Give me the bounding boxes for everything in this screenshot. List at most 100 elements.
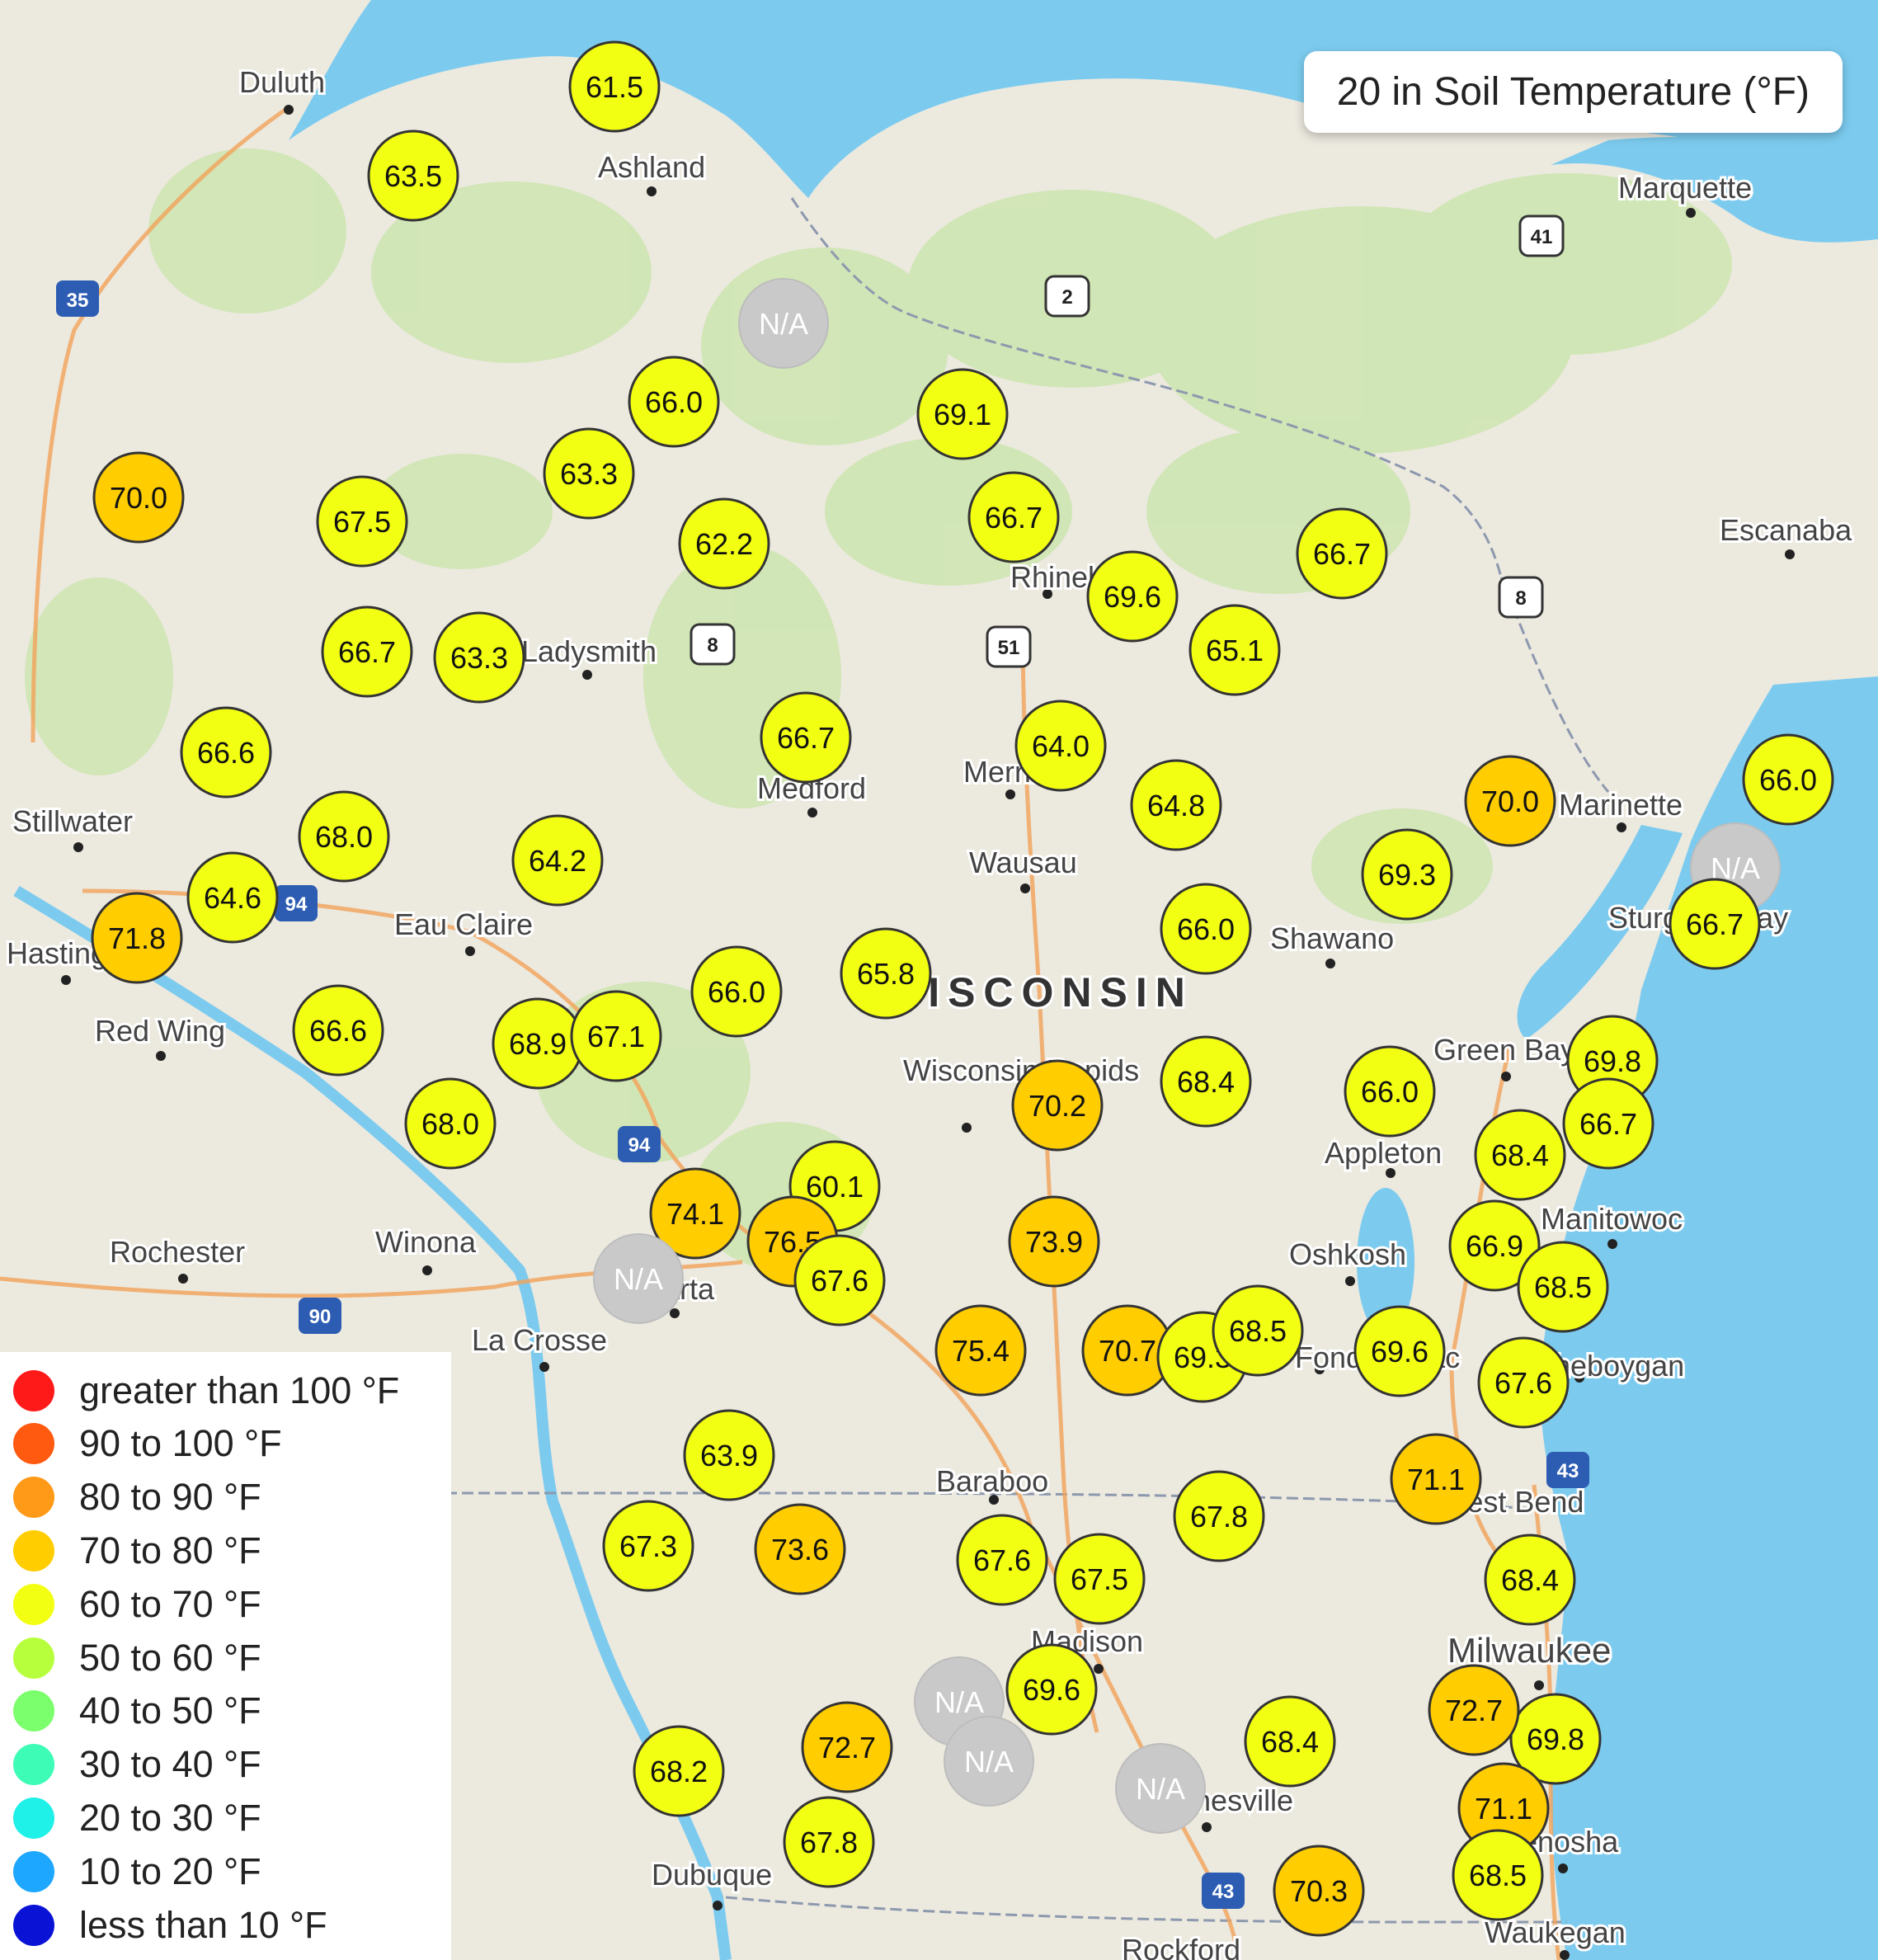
station-marker[interactable]: 69.3 — [1361, 828, 1453, 921]
station-marker-na[interactable]: N/A — [1115, 1743, 1206, 1834]
station-marker-na[interactable]: N/A — [593, 1233, 684, 1324]
legend-swatch — [13, 1369, 54, 1411]
station-marker[interactable]: 63.9 — [683, 1409, 775, 1501]
marker-value: 68.4 — [1177, 1065, 1235, 1099]
svg-text:Eau Claire: Eau Claire — [394, 907, 533, 941]
marker-value: 67.8 — [800, 1826, 858, 1859]
marker-value: 70.0 — [1481, 784, 1539, 818]
station-marker[interactable]: 72.7 — [1428, 1664, 1520, 1756]
marker-value: 69.6 — [1104, 580, 1161, 614]
station-marker[interactable]: 67.5 — [1053, 1533, 1146, 1625]
station-marker-na[interactable]: N/A — [944, 1716, 1034, 1807]
station-marker[interactable]: 69.1 — [916, 368, 1009, 460]
station-marker[interactable]: 68.4 — [1484, 1534, 1576, 1626]
station-marker[interactable]: 68.0 — [298, 790, 390, 883]
station-marker[interactable]: 66.7 — [1296, 507, 1388, 600]
station-marker[interactable]: 67.1 — [570, 990, 662, 1082]
marker-value: 67.6 — [973, 1543, 1031, 1577]
station-marker[interactable]: 69.6 — [1353, 1305, 1446, 1397]
station-marker[interactable]: 69.6 — [1005, 1643, 1098, 1736]
marker-value: 68.2 — [650, 1755, 708, 1788]
station-marker[interactable]: 64.8 — [1130, 759, 1222, 851]
station-marker[interactable]: 67.5 — [316, 475, 408, 568]
station-marker[interactable]: 75.4 — [934, 1304, 1027, 1397]
station-marker[interactable]: 66.7 — [1562, 1077, 1654, 1170]
station-marker[interactable]: 68.4 — [1474, 1109, 1566, 1201]
station-marker[interactable]: 71.8 — [91, 892, 183, 984]
station-marker[interactable]: 67.6 — [1477, 1336, 1570, 1429]
station-marker[interactable]: 66.0 — [690, 945, 783, 1038]
station-marker[interactable]: 66.0 — [1742, 733, 1834, 826]
marker-value: 65.1 — [1206, 634, 1264, 667]
svg-text:94: 94 — [628, 1134, 651, 1157]
station-marker[interactable]: 61.5 — [568, 40, 661, 133]
legend-item: less than 10 °F — [0, 1898, 451, 1952]
station-marker[interactable]: 65.1 — [1188, 604, 1281, 696]
legend-label: less than 10 °F — [79, 1903, 327, 1946]
marker-value: 69.1 — [934, 398, 991, 431]
svg-text:Manitowoc: Manitowoc — [1541, 1202, 1683, 1236]
station-marker[interactable]: 63.3 — [433, 611, 525, 704]
station-marker[interactable]: 67.6 — [793, 1234, 886, 1326]
station-marker[interactable]: 72.7 — [801, 1701, 893, 1793]
station-marker[interactable]: 67.8 — [1173, 1470, 1265, 1562]
station-marker[interactable]: 70.2 — [1011, 1059, 1104, 1152]
marker-value: 68.0 — [421, 1107, 479, 1141]
svg-text:43: 43 — [1557, 1460, 1579, 1482]
station-marker[interactable]: 66.0 — [1160, 883, 1252, 975]
station-marker[interactable]: 68.4 — [1160, 1035, 1252, 1128]
marker-value: 67.5 — [1071, 1562, 1128, 1596]
station-marker-na[interactable]: N/A — [738, 278, 829, 369]
marker-value: 67.5 — [333, 505, 391, 539]
station-marker[interactable]: 70.0 — [1464, 755, 1556, 847]
station-marker[interactable]: 68.5 — [1517, 1241, 1609, 1333]
station-marker[interactable]: 68.5 — [1452, 1829, 1544, 1921]
shield-us8-west: 8 — [690, 623, 736, 666]
station-marker[interactable]: 70.3 — [1273, 1845, 1365, 1937]
station-marker[interactable]: 67.8 — [783, 1796, 875, 1888]
station-marker[interactable]: 66.7 — [967, 471, 1060, 563]
station-marker[interactable]: 73.6 — [754, 1503, 846, 1595]
station-marker[interactable]: 66.6 — [292, 984, 384, 1077]
station-marker[interactable]: 73.9 — [1008, 1195, 1100, 1288]
station-marker[interactable]: 63.3 — [543, 427, 635, 520]
svg-text:La Crosse: La Crosse — [472, 1323, 607, 1357]
station-marker[interactable]: 70.0 — [92, 451, 185, 544]
svg-text:Baraboo: Baraboo — [936, 1464, 1048, 1498]
station-marker[interactable]: 66.6 — [180, 706, 272, 799]
station-marker[interactable]: 65.8 — [840, 927, 932, 1020]
station-marker[interactable]: 66.7 — [1669, 878, 1761, 970]
shield-i43-south: 43 — [1202, 1873, 1245, 1909]
station-marker[interactable]: 67.6 — [956, 1514, 1048, 1606]
station-marker[interactable]: 71.1 — [1390, 1433, 1482, 1525]
station-marker[interactable]: 62.2 — [678, 497, 770, 590]
station-marker[interactable]: 68.4 — [1244, 1695, 1336, 1788]
svg-text:Ashland: Ashland — [598, 150, 705, 184]
station-marker[interactable]: 67.3 — [602, 1500, 694, 1592]
svg-text:Red Wing: Red Wing — [95, 1014, 225, 1048]
station-marker[interactable]: 68.2 — [633, 1725, 725, 1817]
marker-value: 66.9 — [1466, 1229, 1523, 1263]
marker-value: 68.9 — [509, 1027, 567, 1061]
station-marker[interactable]: 66.7 — [760, 691, 852, 784]
marker-value: 64.0 — [1032, 729, 1090, 763]
station-marker[interactable]: 66.7 — [321, 605, 413, 698]
marker-value: 67.6 — [811, 1264, 868, 1298]
marker-value: 70.7 — [1099, 1334, 1156, 1368]
station-marker[interactable]: 63.5 — [367, 130, 459, 222]
station-marker[interactable]: 66.0 — [1344, 1045, 1436, 1138]
legend-swatch — [13, 1530, 54, 1572]
station-marker[interactable]: 68.5 — [1212, 1284, 1304, 1377]
marker-value: 67.3 — [619, 1529, 677, 1563]
station-marker[interactable]: 68.9 — [492, 997, 584, 1090]
svg-text:Shawano: Shawano — [1270, 921, 1394, 955]
marker-value: 73.9 — [1025, 1225, 1083, 1259]
station-marker[interactable]: 64.2 — [511, 814, 604, 907]
station-marker[interactable]: 64.6 — [186, 851, 279, 944]
station-marker[interactable]: 69.6 — [1086, 550, 1179, 643]
station-marker[interactable]: 66.0 — [628, 356, 720, 448]
station-marker[interactable]: 64.0 — [1014, 700, 1107, 792]
station-marker[interactable]: 68.0 — [404, 1077, 497, 1170]
legend-label: 10 to 20 °F — [79, 1849, 261, 1892]
marker-value: 67.1 — [587, 1020, 645, 1053]
